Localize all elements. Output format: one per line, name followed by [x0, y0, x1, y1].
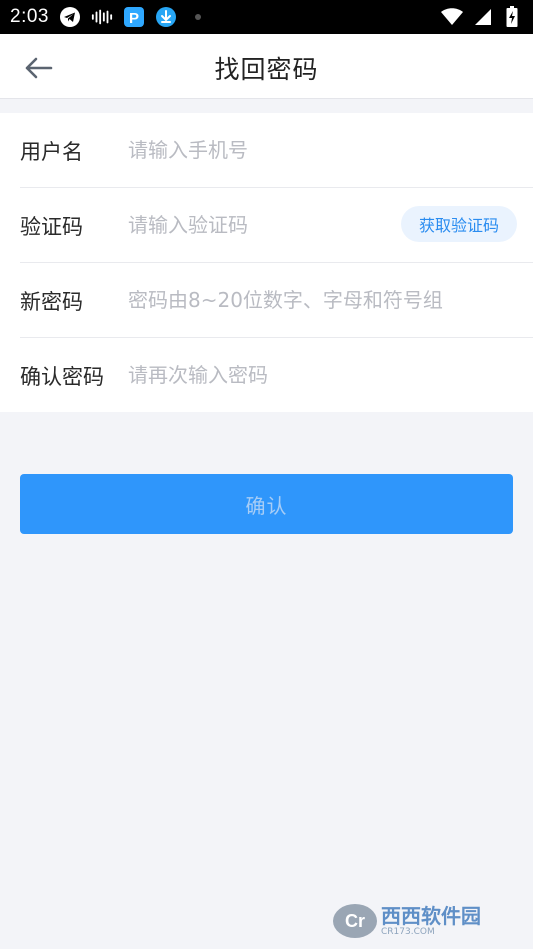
- new-password-row: 新密码: [20, 263, 533, 338]
- username-row: 用户名: [20, 113, 533, 188]
- status-system-icons: [441, 6, 523, 28]
- verification-code-label: 验证码: [20, 215, 83, 239]
- download-icon: [155, 6, 177, 28]
- status-bar: 2:03 P: [0, 0, 533, 34]
- watermark-logo: Cr: [333, 904, 377, 938]
- username-label: 用户名: [20, 140, 83, 164]
- new-password-input[interactable]: [128, 281, 528, 319]
- watermark-text: 西西软件园 CR173.COM: [381, 906, 481, 937]
- telegram-icon: [59, 6, 81, 28]
- new-password-label: 新密码: [20, 290, 83, 314]
- watermark-main-text: 西西软件园: [381, 903, 481, 928]
- dot-icon: [187, 6, 209, 28]
- page-title: 找回密码: [214, 55, 319, 84]
- confirm-password-input[interactable]: [128, 356, 468, 394]
- confirm-password-label: 确认密码: [20, 365, 104, 389]
- get-code-button[interactable]: 获取验证码: [400, 206, 517, 242]
- status-notification-icons: P: [59, 6, 209, 28]
- status-time: 2:03: [10, 6, 49, 27]
- app-p-icon: P: [123, 6, 145, 28]
- svg-text:P: P: [129, 10, 139, 27]
- audio-wave-icon: [91, 6, 113, 28]
- wifi-icon: [441, 6, 463, 28]
- reset-password-form: 用户名 验证码 获取验证码 新密码 确认密码: [0, 113, 533, 412]
- app-header: 找回密码: [0, 34, 533, 99]
- username-input[interactable]: [128, 131, 468, 169]
- verification-code-row: 验证码 获取验证码: [20, 188, 533, 263]
- confirm-button[interactable]: 确认: [20, 474, 513, 534]
- watermark-sub-text: CR173.COM: [381, 926, 435, 937]
- watermark: Cr 西西软件园 CR173.COM: [333, 903, 513, 939]
- battery-charging-icon: [501, 6, 523, 28]
- verification-code-input[interactable]: [128, 206, 378, 244]
- confirm-password-row: 确认密码: [20, 338, 533, 413]
- cellular-signal-icon: [471, 6, 493, 28]
